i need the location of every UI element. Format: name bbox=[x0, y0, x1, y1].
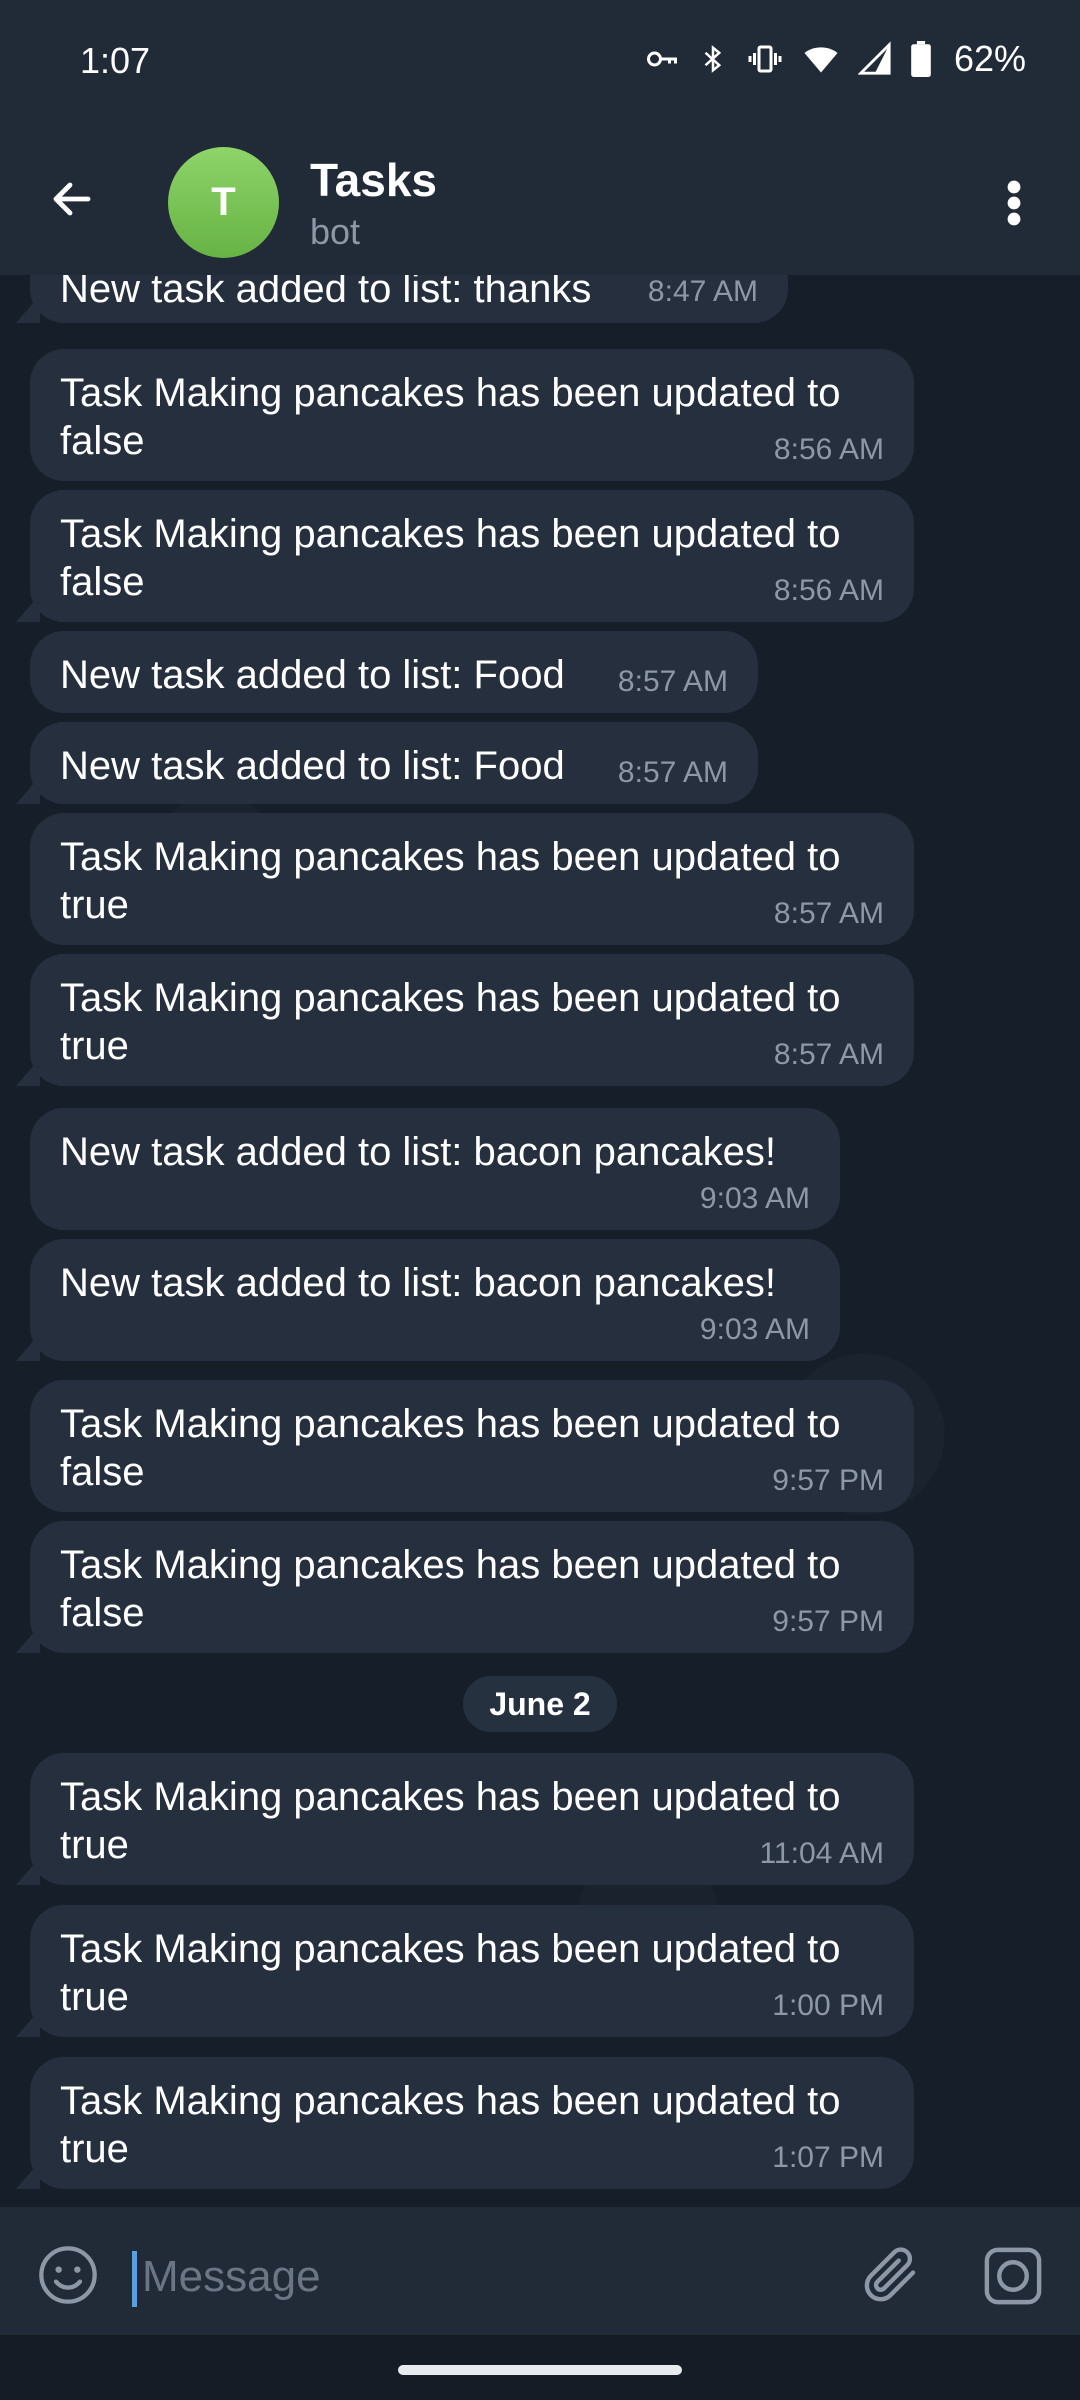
message-text: Task Making pancakes has been updated to… bbox=[60, 1927, 841, 2019]
vpn-key-icon bbox=[644, 41, 680, 77]
message-time: 8:47 AM bbox=[647, 275, 758, 308]
battery-percentage: 62% bbox=[953, 38, 1026, 79]
message-text: Task Making pancakes has been updated to… bbox=[60, 1543, 841, 1635]
battery-icon bbox=[910, 41, 932, 77]
attach-button[interactable] bbox=[858, 2241, 928, 2311]
message-text: New task added to list: bacon pancakes! bbox=[60, 1261, 776, 1305]
message-time: 8:57 AM bbox=[617, 756, 728, 789]
camera-button[interactable] bbox=[980, 2243, 1050, 2313]
message-composer bbox=[0, 2207, 1080, 2335]
more-options-button[interactable] bbox=[986, 171, 1042, 235]
signal-icon bbox=[857, 41, 892, 77]
message-bubble[interactable]: Task Making pancakes has been updated to… bbox=[30, 1521, 914, 1653]
message-text: Task Making pancakes has been updated to… bbox=[60, 512, 841, 604]
message-bubble[interactable]: Task Making pancakes has been updated to… bbox=[30, 1380, 914, 1512]
message-time: 8:57 AM bbox=[773, 897, 884, 930]
message-text: Task Making pancakes has been updated to… bbox=[60, 976, 841, 1068]
message-bubble[interactable]: New task added to list: thanks 8:47 AM bbox=[30, 275, 788, 323]
message-time: 9:03 AM bbox=[699, 1182, 810, 1215]
chat-header: T Tasks bot bbox=[0, 125, 1080, 275]
arrow-left-icon bbox=[53, 182, 91, 216]
message-bubble[interactable]: Task Making pancakes has been updated to… bbox=[30, 490, 914, 622]
message-time: 8:56 AM bbox=[773, 574, 884, 607]
message-bubble[interactable]: New task added to list: Food 8:57 AM bbox=[30, 722, 758, 804]
message-text: Task Making pancakes has been updated to… bbox=[60, 2079, 841, 2171]
home-indicator[interactable] bbox=[398, 2365, 682, 2375]
message-text: Task Making pancakes has been updated to… bbox=[60, 371, 841, 463]
message-time: 9:03 AM bbox=[699, 1313, 810, 1346]
message-bubble[interactable]: Task Making pancakes has been updated to… bbox=[30, 2057, 914, 2189]
message-time: 8:57 AM bbox=[617, 665, 728, 698]
chat-title[interactable]: Tasks bbox=[310, 153, 437, 207]
message-time: 1:07 PM bbox=[772, 2141, 884, 2174]
smile-icon bbox=[39, 2246, 97, 2304]
more-vertical-icon bbox=[1007, 180, 1021, 226]
chat-subtitle: bot bbox=[310, 211, 361, 252]
message-time: 9:57 PM bbox=[772, 1464, 884, 1497]
message-time: 8:57 AM bbox=[773, 1038, 884, 1071]
emoji-button[interactable] bbox=[36, 2243, 100, 2307]
avatar[interactable]: T bbox=[168, 147, 279, 258]
message-bubble[interactable]: New task added to list: bacon pancakes! … bbox=[30, 1239, 840, 1361]
message-time: 8:56 AM bbox=[773, 433, 884, 466]
wifi-icon bbox=[802, 41, 840, 77]
message-bubble[interactable]: Task Making pancakes has been updated to… bbox=[30, 954, 914, 1086]
bluetooth-icon bbox=[698, 41, 728, 77]
message-time: 9:57 PM bbox=[772, 1605, 884, 1638]
message-text: Task Making pancakes has been updated to… bbox=[60, 1402, 841, 1494]
text-cursor bbox=[132, 2251, 137, 2307]
message-list[interactable]: New task added to list: thanks 8:47 AM T… bbox=[0, 275, 1080, 2207]
message-bubble[interactable]: Task Making pancakes has been updated to… bbox=[30, 349, 914, 481]
paperclip-icon bbox=[864, 2247, 916, 2302]
message-text: Task Making pancakes has been updated to… bbox=[60, 835, 841, 927]
back-button[interactable] bbox=[40, 167, 104, 231]
message-time: 11:04 AM bbox=[759, 1837, 884, 1870]
navigation-bar bbox=[0, 2335, 1080, 2400]
message-bubble[interactable]: Task Making pancakes has been updated to… bbox=[30, 813, 914, 945]
date-separator: June 2 bbox=[463, 1676, 617, 1732]
message-input[interactable] bbox=[140, 2241, 844, 2313]
message-time: 1:00 PM bbox=[772, 1989, 884, 2022]
message-bubble[interactable]: New task added to list: bacon pancakes! … bbox=[30, 1108, 840, 1230]
status-icons: 62% bbox=[644, 38, 1026, 80]
message-text: New task added to list: bacon pancakes! bbox=[60, 1130, 776, 1174]
status-time: 1:07 bbox=[80, 40, 151, 81]
status-bar: 1:07 62% bbox=[0, 0, 1080, 125]
message-bubble[interactable]: Task Making pancakes has been updated to… bbox=[30, 1753, 914, 1885]
camera-icon bbox=[984, 2247, 1042, 2305]
vibrate-icon bbox=[746, 41, 784, 77]
message-bubble[interactable]: Task Making pancakes has been updated to… bbox=[30, 1905, 914, 2037]
message-bubble[interactable]: New task added to list: Food 8:57 AM bbox=[30, 631, 758, 713]
